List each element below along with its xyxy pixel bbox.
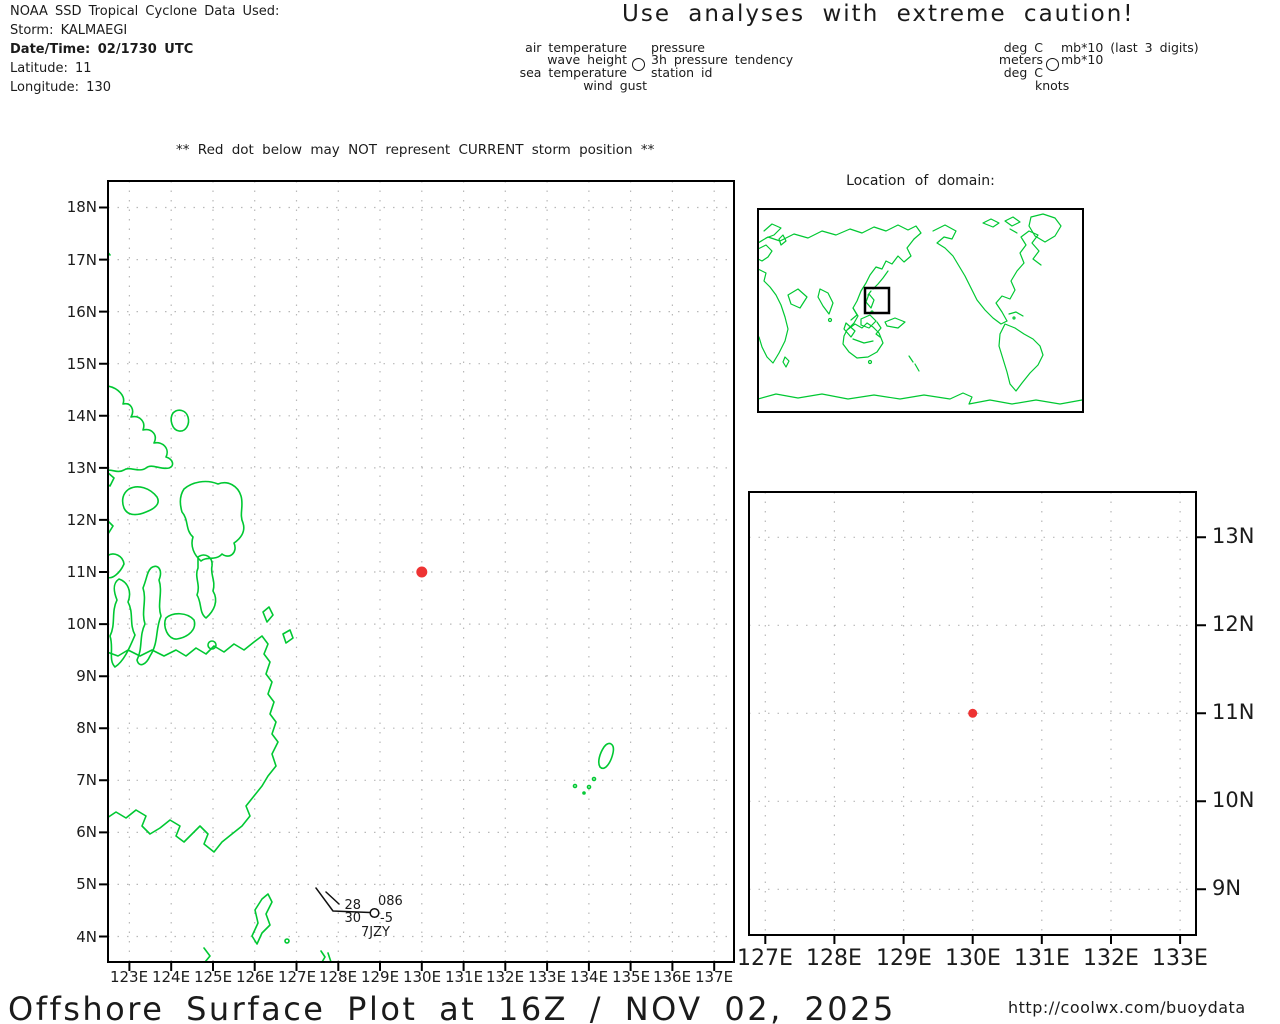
zoom-lon-label: 133E [1152,946,1208,971]
zoom-lat-label: 9N [1212,876,1242,900]
units-circle-icon [1046,58,1059,71]
station-pressure: 086 [378,894,403,909]
main-lat-label: 18N [66,198,97,216]
domain-box [863,286,891,315]
offshore-surface-plot-page: NOAA SSD Tropical Cyclone Data Used: Sto… [0,0,1280,1024]
main-lon-label: 130E [402,968,442,986]
zoom-lon-label: 130E [945,946,1001,971]
main-lat-label: 17N [66,251,97,269]
philippines-coastlines [108,251,615,962]
main-map-lat-ticks [99,206,108,938]
main-lat-label: 15N [66,355,97,373]
zoom-lat-label: 10N [1212,788,1255,812]
main-lat-label: 6N [76,823,97,841]
main-lon-label: 136E [652,968,692,986]
main-lon-label: 124E [151,968,191,986]
zoom-lon-label: 128E [806,946,862,971]
zoom-lon-label: 131E [1014,946,1070,971]
header-datetime: Date/Time: 02/1730 UTC [10,42,194,57]
zoom-lat-label: 13N [1212,524,1255,548]
station-tendency: -5 [380,911,393,926]
main-lon-label: 132E [485,968,525,986]
main-lat-label: 8N [76,719,97,737]
units-wind-gust: knots [1035,78,1070,93]
world-map-title: Location of domain: [846,173,995,189]
main-lon-label: 123E [109,968,149,986]
station-sea-temp: 30 [344,911,361,926]
zoom-map-lon-ticks [764,935,1182,944]
main-lat-label: 16N [66,303,97,321]
units-tendency: mb*10 [1061,52,1104,67]
legend-wind-gust: wind gust [583,78,647,93]
main-lat-label: 14N [66,407,97,425]
world-coastlines [758,213,1083,405]
main-lon-label: 133E [527,968,567,986]
main-lon-label: 125E [193,968,233,986]
storm-position-warning: ** Red dot below may NOT represent CURRE… [176,142,655,158]
zoom-lon-label: 129E [876,946,932,971]
main-lat-label: 7N [76,771,97,789]
zoom-lon-label: 127E [737,946,793,971]
main-lat-label: 12N [66,511,97,529]
main-lat-label: 5N [76,875,97,893]
main-lon-label: 126E [235,968,275,986]
station-circle [369,907,380,919]
header-source-line: NOAA SSD Tropical Cyclone Data Used: [10,4,280,19]
site-url: http://coolwx.com/buoydata [1008,998,1246,1017]
storm-dot-main [416,566,428,578]
units-sea-temperature: deg C [1003,65,1043,80]
header-longitude: Longitude: 130 [10,80,111,95]
storm-dot-zoom [968,708,978,718]
zoomed-map [748,491,1206,944]
legend-station-id: station id [651,65,713,80]
main-lat-label: 9N [76,667,97,685]
header-storm-name: Storm: KALMAEGI [10,23,128,38]
caution-banner: Use analyses with extreme caution! [622,1,1135,27]
main-lat-label: 4N [76,928,97,946]
world-locator-map [757,208,1084,413]
zoom-map-lat-ticks [1196,536,1206,891]
main-lat-label: 11N [66,563,97,581]
page-title: Offshore Surface Plot at 16Z / NOV 02, 2… [8,990,896,1024]
header-latitude: Latitude: 11 [10,61,92,76]
station-id: 7JZY [361,925,390,940]
main-lon-label: 134E [569,968,609,986]
station-model-circle-icon [632,58,645,71]
zoom-lon-label: 132E [1083,946,1139,971]
main-lat-label: 10N [66,615,97,633]
main-map [99,180,735,971]
zoom-lat-label: 11N [1212,700,1255,724]
main-lat-label: 13N [66,459,97,477]
zoom-lat-label: 12N [1212,612,1255,636]
main-lon-label: 129E [360,968,400,986]
main-lon-label: 128E [318,968,358,986]
